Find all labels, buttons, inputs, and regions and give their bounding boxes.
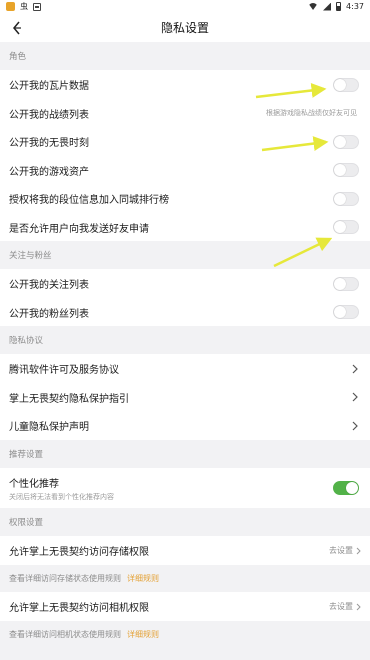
row-public-follow-list: 公开我的关注列表 (0, 269, 370, 298)
row-label: 公开我的关注列表 (9, 280, 89, 291)
status-bar: 虫 4:37 (0, 0, 370, 13)
back-button[interactable] (6, 17, 28, 39)
row-hint: 根据游戏隐私战绩仅好友可见 (266, 109, 357, 117)
chevron-left-icon (13, 21, 21, 35)
signal-icon (323, 2, 332, 11)
image-notification-icon (33, 2, 41, 11)
goto-settings-storage[interactable]: 去设置 (329, 545, 361, 556)
row-storage-permission[interactable]: 允许掌上无畏契约访问存储权限 去设置 (0, 536, 370, 565)
note-text: 查看详细访问存储状态使用规则 (9, 574, 121, 583)
row-label: 允许掌上无畏契约访问相机权限 (9, 603, 149, 614)
chevron-right-icon (351, 364, 359, 374)
row-label: 掌上无畏契约隐私保护指引 (9, 393, 129, 405)
row-public-fans-list: 公开我的粉丝列表 (0, 298, 370, 326)
row-public-match-list: 公开我的战绩列表 根据游戏隐私战绩仅好友可见 (0, 99, 370, 127)
goto-label: 去设置 (329, 602, 353, 611)
goto-label: 去设置 (329, 546, 353, 555)
row-camera-permission[interactable]: 允许掌上无畏契约访问相机权限 去设置 (0, 592, 370, 621)
row-software-license[interactable]: 腾讯软件许可及服务协议 (0, 354, 370, 383)
row-personalized-recommend: 个性化推荐 关闭后将无法看到个性化推荐内容 (0, 468, 370, 508)
page-title: 隐私设置 (160, 21, 209, 35)
section-header-privacy: 隐私协议 (0, 326, 370, 354)
storage-rule-note: 查看详细访问存储状态使用规则 详细规则 (0, 565, 370, 592)
bug-icon: 虫 (20, 1, 28, 11)
chevron-right-icon (356, 603, 361, 610)
row-public-assets: 公开我的游戏资产 (0, 156, 370, 184)
camera-rule-link[interactable]: 详细规则 (127, 629, 159, 640)
row-label: 公开我的瓦片数据 (9, 81, 89, 92)
clock: 4:37 (346, 2, 364, 11)
wifi-icon (308, 3, 318, 10)
toggle-public-assets[interactable] (333, 163, 359, 177)
toggle-public-tile-data[interactable] (333, 77, 359, 92)
row-public-tile-data: 公开我的瓦片数据 (0, 70, 370, 99)
row-label: 公开我的无畏时刻 (9, 138, 89, 149)
toggle-public-moments[interactable] (333, 134, 359, 149)
toggle-friend-request[interactable] (333, 220, 359, 234)
toggle-public-follow-list[interactable] (333, 276, 359, 291)
section-header-permission: 权限设置 (0, 508, 370, 536)
battery-icon (336, 2, 342, 11)
goto-settings-camera[interactable]: 去设置 (329, 601, 361, 612)
app-notification-icon (6, 2, 15, 11)
row-child-privacy[interactable]: 儿童隐私保护声明 (0, 411, 370, 440)
chevron-right-icon (351, 392, 359, 402)
row-label: 儿童隐私保护声明 (9, 422, 89, 433)
row-label: 公开我的战绩列表 (9, 109, 89, 121)
section-header-role: 角色 (0, 42, 370, 70)
row-label: 腾讯软件许可及服务协议 (9, 365, 119, 376)
row-subtitle: 关闭后将无法看到个性化推荐内容 (9, 492, 114, 501)
row-label: 公开我的游戏资产 (9, 166, 89, 178)
chevron-right-icon (351, 421, 359, 431)
row-label: 个性化推荐 (9, 478, 59, 490)
toggle-rank-leaderboard[interactable] (333, 191, 359, 206)
row-label: 公开我的粉丝列表 (9, 308, 89, 320)
row-friend-request: 是否允许用户向我发送好友申请 (0, 213, 370, 241)
row-label: 授权将我的段位信息加入同城排行榜 (9, 195, 169, 206)
section-header-follow: 关注与粉丝 (0, 241, 370, 269)
row-label: 允许掌上无畏契约访问存储权限 (9, 547, 149, 558)
section-header-recommend: 推荐设置 (0, 440, 370, 468)
storage-rule-link[interactable]: 详细规则 (127, 573, 159, 584)
chevron-right-icon (356, 547, 361, 554)
row-label: 是否允许用户向我发送好友申请 (9, 223, 149, 235)
row-privacy-guide[interactable]: 掌上无畏契约隐私保护指引 (0, 383, 370, 411)
note-text: 查看详细访问相机状态使用规则 (9, 630, 121, 639)
toggle-personalized-recommend[interactable] (333, 481, 359, 495)
row-public-moments: 公开我的无畏时刻 (0, 127, 370, 156)
row-rank-leaderboard: 授权将我的段位信息加入同城排行榜 (0, 184, 370, 213)
toggle-public-fans-list[interactable] (333, 305, 359, 319)
camera-rule-note: 查看详细访问相机状态使用规则 详细规则 (0, 621, 370, 648)
nav-bar: 隐私设置 (0, 13, 370, 42)
